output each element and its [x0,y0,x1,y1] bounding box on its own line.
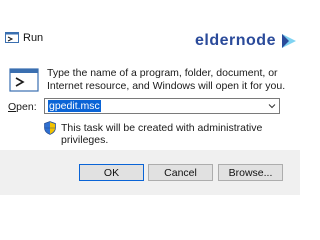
open-input-value[interactable]: gpedit.msc [48,100,101,112]
browse-button[interactable]: Browse... [218,164,283,181]
logo-text: eldernode [195,32,276,49]
open-label-mnemonic: O [8,101,17,113]
logo-arrow-icon [282,34,296,48]
open-label: Open: [8,101,37,113]
open-combobox[interactable]: gpedit.msc [44,98,280,114]
button-bar: OK Cancel Browse... [0,150,300,195]
run-icon [5,32,19,43]
window-title: Run [23,32,44,44]
run-program-icon [9,68,39,92]
dialog-description: Type the name of a program, folder, docu… [47,67,286,92]
open-label-text: pen: [16,101,37,113]
admin-privileges-note: This task will be created with administr… [61,122,263,146]
uac-shield-icon [44,121,56,135]
ok-button[interactable]: OK [79,164,144,181]
cancel-button[interactable]: Cancel [148,164,213,181]
chevron-down-icon[interactable] [268,102,276,110]
